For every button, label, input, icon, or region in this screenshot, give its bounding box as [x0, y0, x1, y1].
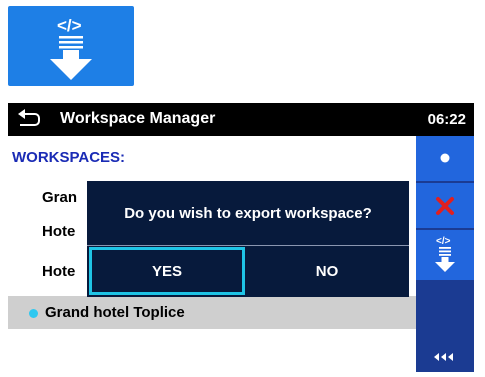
list-item-label: Grand hotel Toplice — [45, 304, 185, 321]
export-workspace-icon: </> — [435, 236, 455, 272]
list-item-selected[interactable]: Grand hotel Toplice — [8, 296, 416, 329]
export-button[interactable]: </> — [416, 230, 474, 280]
list-item-label: Hote — [42, 223, 76, 240]
svg-text:</>: </> — [57, 16, 82, 35]
list-item-label: Hote — [42, 263, 76, 280]
export-workspace-tile: </> — [8, 6, 134, 86]
export-workspace-icon: </> — [50, 16, 92, 80]
selected-dot-icon — [29, 309, 38, 318]
workspaces-heading: WORKSPACES: — [12, 149, 126, 166]
clock: 06:22 — [427, 111, 466, 128]
dialog-question: Do you wish to export workspace? — [124, 204, 372, 222]
export-confirm-dialog: Do you wish to export workspace? YES NO — [87, 181, 409, 297]
dialog-divider — [87, 245, 409, 246]
no-button[interactable]: NO — [247, 247, 407, 295]
svg-text:</>: </> — [436, 236, 451, 247]
red-x-icon — [436, 197, 454, 215]
collapse-arrows-icon — [434, 353, 453, 361]
dot-icon — [440, 153, 450, 163]
yes-button[interactable]: YES — [89, 247, 245, 295]
delete-button[interactable] — [416, 183, 474, 228]
list-item-label: Gran — [42, 189, 78, 206]
back-arrow-icon[interactable] — [16, 108, 42, 130]
title-bar: Workspace Manager 06:22 — [8, 103, 474, 136]
collapse-button[interactable] — [416, 341, 474, 372]
page-title: Workspace Manager — [60, 110, 216, 127]
side-toolbar: </> — [416, 136, 474, 372]
select-button[interactable] — [416, 136, 474, 181]
workspace-manager-screen: Workspace Manager 06:22 WORKSPACES: Gran… — [8, 103, 474, 372]
